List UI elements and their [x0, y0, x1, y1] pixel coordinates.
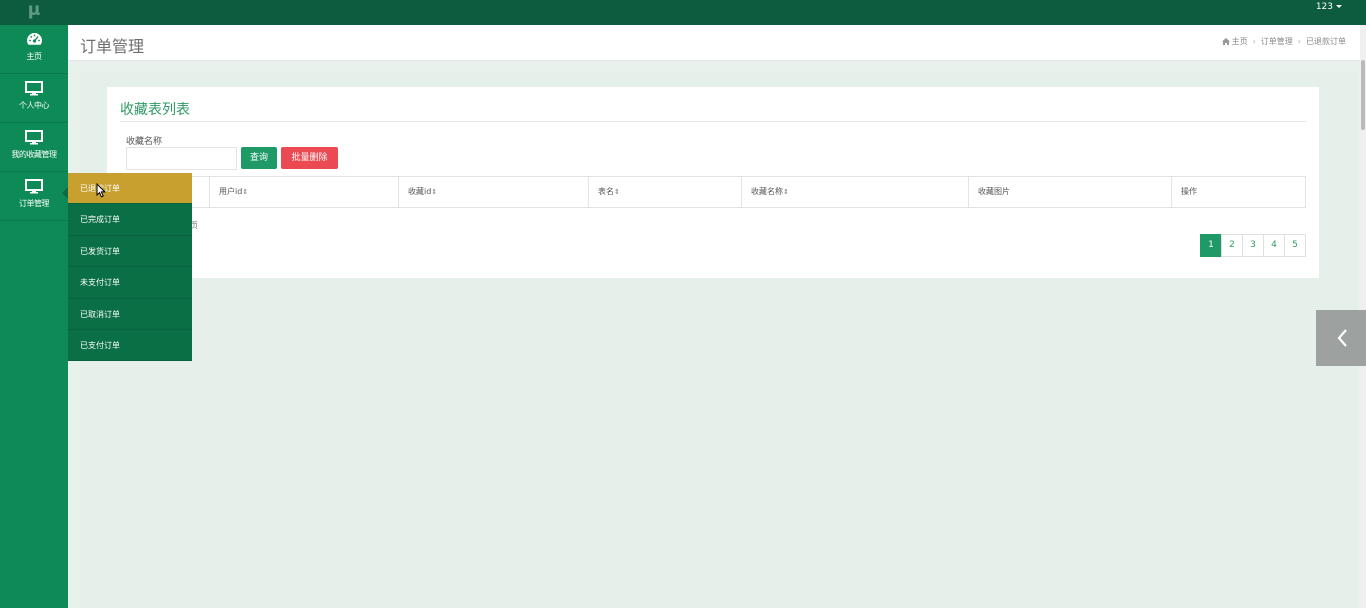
- column-header[interactable]: 表名⇕: [589, 177, 742, 207]
- orders-submenu: 已退款订单 已完成订单 已发货订单 未支付订单 已取消订单 已支付订单: [68, 173, 192, 362]
- user-menu[interactable]: 123: [1316, 2, 1342, 12]
- user-name: 123: [1315, 2, 1333, 12]
- submenu-item-paid[interactable]: 已支付订单: [68, 330, 192, 362]
- page-button[interactable]: 1: [1200, 234, 1222, 257]
- search-input[interactable]: [126, 147, 237, 170]
- sidebar-item-personal-center[interactable]: 个人中心: [0, 74, 68, 123]
- content-area: 收藏表列表 收藏名称 查询 批量删除 用户id⇕ 收藏id⇕ 表名⇕ 收藏名称⇕…: [80, 73, 1358, 608]
- monitor-icon: [25, 179, 43, 194]
- data-table: 用户id⇕ 收藏id⇕ 表名⇕ 收藏名称⇕ 收藏图片 操作: [125, 176, 1306, 208]
- sidebar-item-orders[interactable]: 订单管理: [0, 172, 68, 221]
- sidebar-item-my-favorites[interactable]: 我的收藏管理: [0, 123, 68, 172]
- column-header: 收藏图片: [969, 177, 1172, 207]
- breadcrumb: 主页 › 订单管理 › 已退款订单: [1221, 36, 1346, 47]
- divider: [120, 121, 1306, 122]
- scrollbar-thumb[interactable]: [1361, 60, 1365, 130]
- breadcrumb-home[interactable]: 主页: [1232, 37, 1248, 46]
- panel-title: 收藏表列表: [120, 102, 190, 118]
- list-panel: 收藏表列表 收藏名称 查询 批量删除 用户id⇕ 收藏id⇕ 表名⇕ 收藏名称⇕…: [107, 87, 1319, 278]
- page-button[interactable]: 3: [1242, 234, 1264, 257]
- home-icon: [1221, 38, 1230, 45]
- page-title: 订单管理: [80, 37, 145, 56]
- breadcrumb-current: 已退款订单: [1306, 37, 1346, 46]
- search-label: 收藏名称: [126, 137, 163, 147]
- sidebar: 主页 个人中心 我的收藏管理 订单管理: [0, 25, 68, 608]
- caret-down-icon: [1336, 5, 1342, 8]
- column-header[interactable]: 用户id⇕: [210, 177, 399, 207]
- monitor-icon: [25, 130, 43, 145]
- chevron-right-icon: ›: [1252, 37, 1256, 46]
- query-button[interactable]: 查询: [241, 147, 277, 169]
- page-button[interactable]: 4: [1263, 234, 1285, 257]
- collapse-panel-button[interactable]: [1316, 310, 1366, 366]
- batch-delete-button[interactable]: 批量删除: [281, 147, 338, 169]
- pagination: 1 2 3 4 5: [1200, 234, 1306, 257]
- sort-icon: ⇕: [783, 188, 789, 196]
- submenu-item-shipped[interactable]: 已发货订单: [68, 236, 192, 268]
- sort-icon: ⇕: [614, 188, 620, 196]
- page-header: 订单管理 主页 › 订单管理 › 已退款订单: [68, 25, 1360, 61]
- sidebar-item-home[interactable]: 主页: [0, 25, 68, 74]
- top-bar: μ 123: [0, 0, 1366, 25]
- sidebar-item-label: 订单管理: [19, 199, 50, 208]
- submenu-item-refunded[interactable]: 已退款订单: [68, 173, 192, 205]
- app-logo[interactable]: μ: [0, 0, 68, 25]
- page-button[interactable]: 5: [1284, 234, 1306, 257]
- chevron-right-icon: ›: [1297, 37, 1301, 46]
- submenu-item-unpaid[interactable]: 未支付订单: [68, 267, 192, 299]
- dashboard-icon: [26, 33, 42, 45]
- submenu-item-completed[interactable]: 已完成订单: [68, 204, 192, 236]
- sort-icon: ⇕: [431, 188, 438, 196]
- sidebar-item-label: 主页: [26, 52, 43, 61]
- sidebar-item-label: 我的收藏管理: [11, 150, 58, 159]
- monitor-icon: [25, 81, 43, 96]
- column-header[interactable]: 收藏名称⇕: [742, 177, 969, 207]
- column-header: 操作: [1181, 187, 1197, 196]
- mouse-cursor-icon: [96, 183, 106, 198]
- sidebar-item-label: 个人中心: [19, 101, 50, 110]
- column-header[interactable]: 收藏id⇕: [399, 177, 589, 207]
- breadcrumb-orders[interactable]: 订单管理: [1261, 37, 1293, 46]
- page-button[interactable]: 2: [1221, 234, 1243, 257]
- sort-icon: ⇕: [242, 188, 249, 196]
- chevron-left-icon: [1337, 329, 1347, 347]
- submenu-item-cancelled[interactable]: 已取消订单: [68, 299, 192, 330]
